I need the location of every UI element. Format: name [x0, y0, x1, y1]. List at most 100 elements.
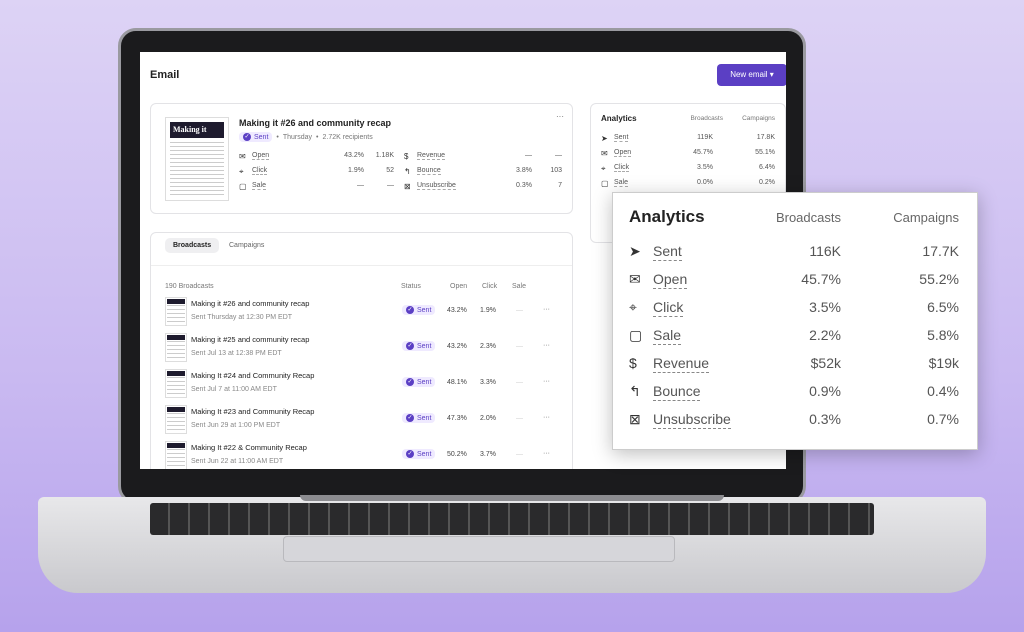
metric-label[interactable]: Open	[614, 149, 632, 157]
metric-percent: —	[525, 152, 532, 159]
broadcast-title[interactable]: Making It #22 & Community Recap	[191, 443, 307, 452]
check-icon: ✓	[406, 414, 414, 422]
metric-label[interactable]: Click	[614, 164, 630, 172]
bag-icon: ▢	[629, 327, 643, 343]
new-email-button[interactable]: New email ▾	[717, 64, 786, 86]
x-box-icon: ⊠	[404, 182, 411, 191]
metric-broadcasts: 45.7%	[693, 149, 713, 156]
bag-icon: ▢	[601, 179, 609, 188]
metric-campaigns: 55.2%	[919, 271, 959, 287]
table-row[interactable]: Making It #23 and Community Recap Sent Ju…	[151, 405, 572, 441]
cell-sale: —	[516, 451, 523, 458]
tab-campaigns[interactable]: Campaigns	[229, 242, 264, 249]
metric-label[interactable]: Click	[252, 167, 268, 175]
broadcast-sent-time: Sent Jul 13 at 12:38 PM EDT	[191, 350, 282, 357]
metric-label[interactable]: Revenue	[417, 152, 446, 160]
bounce-icon: ↰	[404, 167, 411, 176]
broadcast-title[interactable]: Making it #25 and community recap	[191, 335, 309, 344]
metric-campaigns: 17.7K	[922, 243, 959, 259]
check-icon: ✓	[406, 378, 414, 386]
check-icon: ✓	[406, 450, 414, 458]
more-icon[interactable]: ···	[543, 306, 550, 313]
tab-broadcasts[interactable]: Broadcasts	[165, 238, 220, 253]
metric-broadcasts: 116K	[809, 243, 841, 259]
email-thumbnail	[165, 297, 187, 326]
metric-label[interactable]: Open	[653, 271, 688, 289]
broadcast-title[interactable]: Making it #26 and community recap	[239, 118, 391, 128]
cell-sale: —	[516, 307, 523, 314]
check-icon: ✓	[243, 133, 251, 141]
metric-label[interactable]: Sale	[614, 179, 629, 187]
metric-label[interactable]: Sent	[653, 243, 682, 261]
metric-campaigns: 0.2%	[759, 179, 775, 186]
status-badge: ✓ Sent	[239, 132, 273, 142]
trackpad	[283, 536, 675, 562]
more-icon[interactable]: ···	[543, 450, 550, 457]
table-row[interactable]: Making it #25 and community recap Sent Ju…	[151, 333, 572, 369]
metric-row-unsubscribe: ⊠ Unsubscribe 0.3% 0.7%	[629, 411, 959, 439]
status-badge: ✓ Sent	[402, 449, 436, 459]
metric-row-open: ✉ Open 45.7% 55.2%	[629, 271, 959, 299]
more-icon[interactable]: ···	[543, 342, 550, 349]
metric-count: 52	[386, 167, 394, 174]
more-icon[interactable]: ···	[543, 378, 550, 385]
email-thumbnail	[165, 405, 187, 434]
send-day: Thursday	[282, 133, 313, 141]
metric-campaigns: $19k	[928, 355, 959, 371]
metric-label[interactable]: Sale	[252, 182, 267, 190]
metric-label[interactable]: Bounce	[417, 167, 441, 175]
broadcast-title[interactable]: Making it #26 and community recap	[191, 299, 309, 308]
cell-click: 3.7%	[480, 451, 496, 458]
metric-label[interactable]: Sale	[653, 327, 682, 345]
broadcast-sent-time: Sent Jul 7 at 11:00 AM EDT	[191, 386, 277, 393]
cell-sale: —	[516, 415, 523, 422]
table-row[interactable]: Making it #26 and community recap Sent Th…	[151, 297, 572, 333]
metric-label[interactable]: Open	[252, 152, 270, 160]
more-icon[interactable]: ···	[556, 112, 564, 121]
metric-label[interactable]: Bounce	[653, 383, 701, 401]
table-row[interactable]: Making It #22 & Community Recap Sent Jun …	[151, 441, 572, 469]
metric-broadcasts: 0.3%	[809, 411, 841, 427]
more-icon[interactable]: ···	[543, 414, 550, 421]
metric-label[interactable]: Unsubscribe	[417, 182, 456, 190]
send-icon: ➤	[601, 134, 608, 143]
status-badge: ✓ Sent	[402, 341, 436, 351]
broadcast-title[interactable]: Making It #24 and Community Recap	[191, 371, 314, 380]
email-thumbnail	[165, 369, 187, 398]
table-row[interactable]: Making It #24 and Community Recap Sent Ju…	[151, 369, 572, 405]
cell-click: 3.3%	[480, 379, 496, 386]
keyboard	[150, 503, 874, 535]
click-icon: ⌖	[239, 167, 244, 176]
cell-open: 47.3%	[447, 415, 467, 422]
metric-campaigns: 0.4%	[927, 383, 959, 399]
metric-label[interactable]: Revenue	[653, 355, 710, 373]
metric-campaigns: 6.5%	[927, 299, 959, 315]
metric-campaigns: 17.8K	[756, 134, 775, 141]
cell-sale: —	[516, 379, 523, 386]
broadcast-sent-time: Sent Thursday at 12:30 PM EDT	[191, 314, 293, 321]
metric-broadcasts: 0.0%	[697, 179, 713, 186]
x-box-icon: ⊠	[629, 411, 641, 427]
metric-percent: —	[357, 182, 364, 189]
cell-click: 2.3%	[480, 343, 496, 350]
cell-open: 43.2%	[447, 343, 467, 350]
metric-label[interactable]: Sent	[614, 134, 629, 142]
metric-label[interactable]: Click	[653, 299, 684, 317]
status-badge: ✓ Sent	[402, 413, 436, 423]
featured-broadcast-card[interactable]: Making it Making it #26 and community re…	[150, 103, 573, 214]
metric-row-bounce: ↰ Bounce 0.9% 0.4%	[629, 383, 959, 411]
metric-broadcasts: $52k	[810, 355, 841, 371]
cell-open: 48.1%	[447, 379, 467, 386]
cell-open: 50.2%	[447, 451, 467, 458]
metric-campaigns: 5.8%	[927, 327, 959, 343]
metric-label[interactable]: Unsubscribe	[653, 411, 731, 429]
metric-broadcasts: 2.2%	[809, 327, 841, 343]
cell-click: 1.9%	[480, 307, 496, 314]
metric-row-sale: ▢ Sale 2.2% 5.8%	[629, 327, 959, 355]
metric-percent: 43.2%	[344, 152, 364, 159]
bag-icon: ▢	[239, 182, 247, 191]
metric-broadcasts: 45.7%	[801, 271, 841, 287]
envelope-open-icon: ✉	[629, 271, 641, 287]
broadcast-title[interactable]: Making It #23 and Community Recap	[191, 407, 314, 416]
metric-count: 1.18K	[375, 152, 394, 159]
